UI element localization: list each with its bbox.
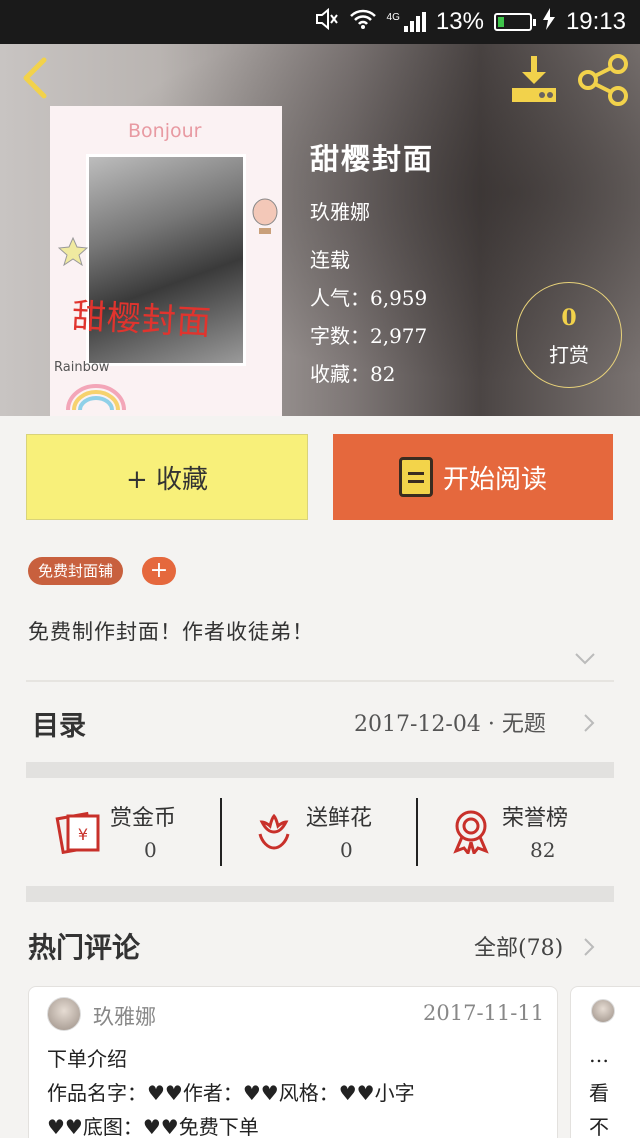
red-envelope-icon: ¥ — [55, 811, 100, 854]
star-icon — [58, 236, 88, 266]
stat-label: 送鲜花 — [306, 806, 373, 831]
cover-title-text: 甜樱封面 — [70, 296, 213, 344]
chevron-right-icon — [584, 938, 595, 956]
book-icon — [398, 457, 433, 497]
cover-top-text: Bonjour — [128, 120, 202, 142]
gold-coin-reward[interactable]: ¥ 赏金币 0 — [54, 796, 204, 872]
comment-line: 作品名字：♥♥作者：♥♥风格：♥♥小字 — [47, 1081, 415, 1105]
collect-button[interactable]: + 收藏 — [26, 434, 308, 520]
svg-text:¥: ¥ — [78, 825, 88, 844]
latest-chapter: 2017-12-04 · 无题 — [354, 712, 546, 737]
comment-date: 2017-11-11 — [423, 1001, 545, 1025]
rainbow-icon — [66, 384, 126, 411]
all-comments-label: 全部(78) — [474, 936, 564, 961]
cover-corner-text: Rainbow — [54, 360, 110, 375]
book-status: 连载 — [310, 248, 350, 272]
start-reading-button[interactable]: 开始阅读 — [333, 434, 613, 520]
book-title: 甜樱封面 — [310, 142, 435, 176]
comment-line: 不 — [589, 1115, 609, 1138]
divider — [220, 798, 222, 866]
battery-icon — [493, 13, 536, 31]
comment-line: 看 — [589, 1081, 609, 1105]
comment-card[interactable]: … 看 不 — [570, 986, 640, 1138]
medal-icon — [453, 810, 489, 854]
divider — [416, 798, 418, 866]
avatar — [591, 999, 615, 1023]
reward-button[interactable]: 0 打赏 — [516, 282, 622, 388]
divider — [26, 680, 614, 682]
comment-author[interactable]: 玖雅娜 — [93, 1001, 156, 1031]
stat-value: 0 — [144, 838, 157, 862]
book-author[interactable]: 玖雅娜 — [310, 196, 370, 225]
charging-icon — [542, 7, 556, 37]
tag-chip[interactable]: 免费封面铺 — [28, 557, 124, 585]
book-header: Bonjour 甜樱封面 Rainbow 甜樱封面 玖雅娜 连载 人气：6,95… — [0, 44, 640, 416]
back-button[interactable] — [16, 54, 56, 102]
chevron-down-icon[interactable] — [574, 652, 596, 666]
reward-label: 打赏 — [549, 343, 589, 367]
book-cover[interactable]: Bonjour 甜樱封面 Rainbow — [50, 106, 282, 416]
clock: 19:13 — [565, 8, 626, 35]
stat-label: 荣誉榜 — [502, 806, 569, 831]
status-bar: 4G 13% 19:13 — [0, 0, 640, 44]
hot-comments-title: 热门评论 — [28, 931, 141, 964]
stat-value: 0 — [340, 838, 353, 862]
section-separator — [26, 762, 614, 778]
stat-value: 82 — [530, 838, 556, 862]
send-flower[interactable]: 送鲜花 0 — [254, 796, 404, 872]
comment-line: ♥♥底图：♥♥免费下单 — [47, 1115, 259, 1138]
signal-icon: 4G — [387, 12, 426, 32]
collect-label: + 收藏 — [125, 464, 209, 495]
network-type: 4G — [386, 12, 400, 23]
wifi-icon — [349, 8, 377, 37]
section-separator — [26, 886, 614, 902]
comment-line: … — [589, 1043, 609, 1067]
add-tag-button[interactable]: + — [142, 557, 176, 585]
flower-icon — [258, 813, 290, 850]
download-button[interactable] — [508, 54, 560, 104]
battery-percent: 13% — [435, 8, 484, 35]
toc-label: 目录 — [32, 711, 86, 742]
honor-board[interactable]: 荣誉榜 82 — [450, 796, 600, 872]
stat-label: 赏金币 — [110, 806, 177, 831]
reward-count: 0 — [561, 305, 577, 331]
avatar[interactable] — [47, 997, 81, 1031]
popularity-stat: 人气：6,959 — [310, 286, 428, 310]
share-button[interactable] — [578, 54, 630, 106]
comment-card[interactable]: 玖雅娜 2017-11-11 下单介绍 作品名字：♥♥作者：♥♥风格：♥♥小字 … — [28, 986, 558, 1138]
balloon-icon — [252, 198, 278, 234]
comment-line: 下单介绍 — [47, 1047, 127, 1071]
chevron-right-icon — [584, 714, 595, 732]
start-reading-label: 开始阅读 — [442, 464, 547, 495]
book-description: 免费制作封面！作者收徒弟！ — [28, 620, 314, 644]
word-count-stat: 字数：2,977 — [310, 324, 428, 348]
mute-icon — [315, 7, 339, 37]
favorites-stat: 收藏：82 — [310, 362, 396, 386]
